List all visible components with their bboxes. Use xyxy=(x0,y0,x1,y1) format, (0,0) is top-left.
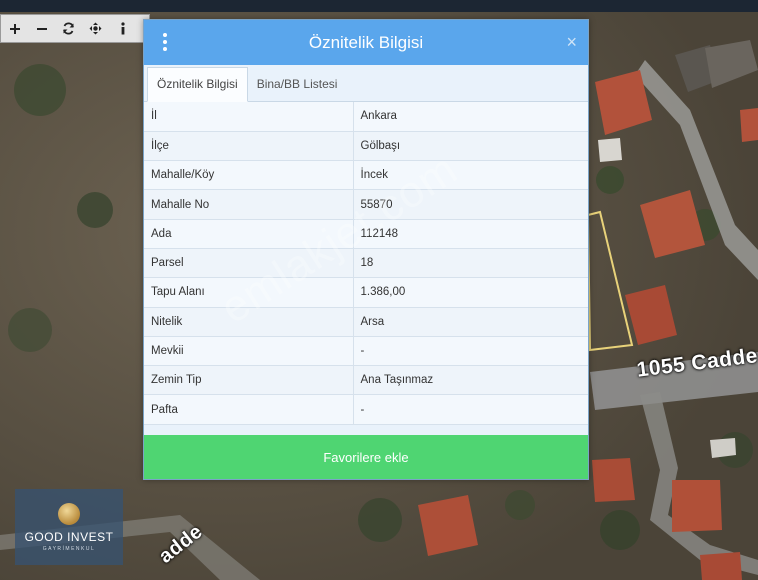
tab-attribute-info[interactable]: Öznitelik Bilgisi xyxy=(147,67,248,102)
attribute-key: İl xyxy=(144,102,354,132)
dialog-tabs: Öznitelik Bilgisi Bina/BB Listesi xyxy=(144,65,588,102)
attribute-dialog: Öznitelik Bilgisi × Öznitelik Bilgisi Bi… xyxy=(143,19,589,480)
attribute-key: Parsel xyxy=(144,248,354,279)
kebab-menu-icon[interactable] xyxy=(162,33,168,51)
attribute-value: 112148 xyxy=(353,219,588,249)
table-row: Pafta - xyxy=(144,394,588,425)
attribute-key: Ada xyxy=(144,219,354,249)
attribute-key: İlçe xyxy=(144,131,354,162)
table-row: Mevkii - xyxy=(144,336,588,367)
refresh-button[interactable] xyxy=(55,15,82,42)
table-row: İl Ankara xyxy=(144,102,588,132)
attribute-value: 18 xyxy=(353,248,588,279)
dialog-title: Öznitelik Bilgisi xyxy=(308,32,424,52)
attribute-value: 1.386,00 xyxy=(353,277,588,308)
zoom-in-button[interactable] xyxy=(1,15,28,42)
attribute-value: - xyxy=(353,336,588,367)
attribute-table: İl Ankara İlçe Gölbaşı Mahalle/Köy İncek Mahal… xyxy=(144,102,588,425)
table-row: Mahalle No 55870 xyxy=(144,189,588,220)
attribute-value: İncek xyxy=(353,160,588,191)
attribute-key: Mevkii xyxy=(144,336,354,367)
table-row: İlçe Gölbaşı xyxy=(144,131,588,162)
zoom-out-button[interactable] xyxy=(28,15,55,42)
zoom-in-icon xyxy=(9,23,20,34)
zoom-out-icon xyxy=(36,27,47,30)
attribute-key: Zemin Tip xyxy=(144,365,354,396)
info-icon xyxy=(120,22,125,35)
attribute-value: - xyxy=(353,394,588,425)
attribute-key: Nitelik xyxy=(144,307,354,337)
logo-text: GOOD INVEST xyxy=(24,529,114,544)
refresh-icon xyxy=(63,22,74,35)
move-icon xyxy=(89,22,102,35)
table-row: Nitelik Arsa xyxy=(144,307,588,337)
attribute-key: Pafta xyxy=(144,394,354,425)
attribute-value: 55870 xyxy=(353,189,588,220)
logo-mark-icon xyxy=(58,502,80,525)
attribute-value: Ana Taşınmaz xyxy=(353,365,588,396)
attribute-value: Ankara xyxy=(353,102,588,132)
top-strip xyxy=(0,0,758,12)
attribute-key: Mahalle No xyxy=(144,189,354,220)
table-row: Zemin Tip Ana Taşınmaz xyxy=(144,365,588,396)
dialog-header: Öznitelik Bilgisi × xyxy=(144,20,588,65)
attribute-key: Tapu Alanı xyxy=(144,277,354,308)
tab-building-list[interactable]: Bina/BB Listesi xyxy=(248,68,347,101)
info-button[interactable] xyxy=(109,15,136,42)
pan-button[interactable] xyxy=(82,15,109,42)
company-logo: GOOD INVEST GAYRİMENKUL xyxy=(15,489,123,565)
table-row: Parsel 18 xyxy=(144,248,588,279)
add-to-favorites-button[interactable]: Favorilere ekle xyxy=(144,435,588,479)
table-row: Ada 112148 xyxy=(144,219,588,249)
attribute-value: Arsa xyxy=(353,307,588,337)
logo-subtext: GAYRİMENKUL xyxy=(42,545,96,552)
close-icon[interactable]: × xyxy=(566,32,577,53)
table-row: Mahalle/Köy İncek xyxy=(144,160,588,191)
table-row: Tapu Alanı 1.386,00 xyxy=(144,277,588,308)
attribute-value: Gölbaşı xyxy=(353,131,588,162)
attribute-key: Mahalle/Köy xyxy=(144,160,354,191)
map-toolbar xyxy=(0,14,150,43)
